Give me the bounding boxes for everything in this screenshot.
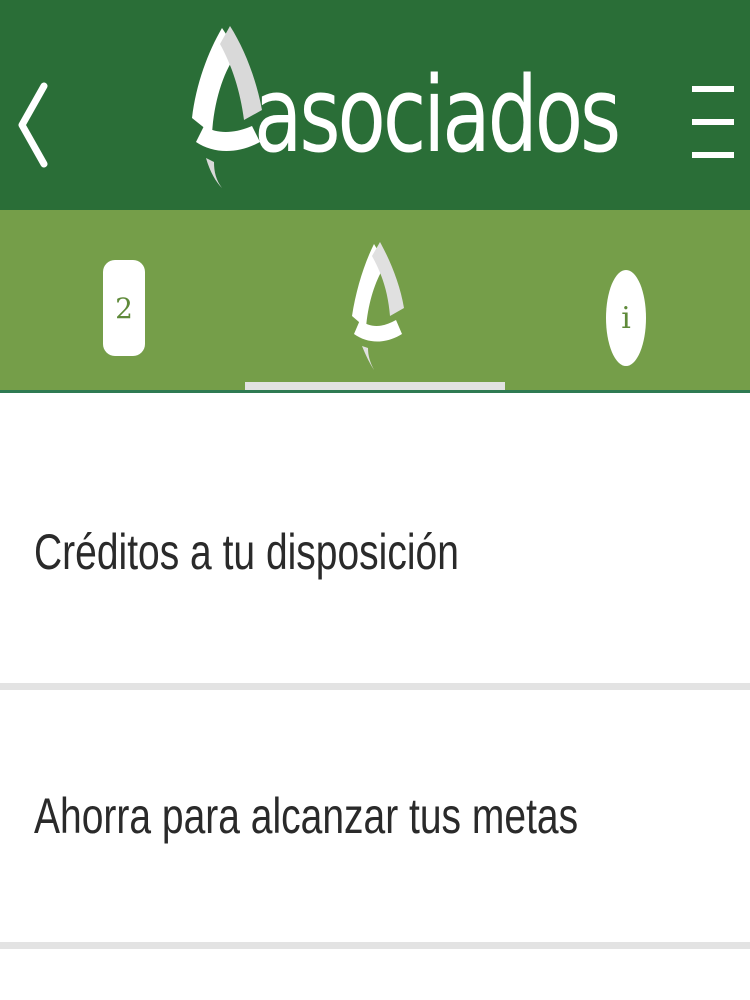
brand-logo-text: asociados [254,54,621,176]
list-divider [0,683,750,690]
tab-home[interactable] [245,210,505,392]
tab-info[interactable]: i [505,210,750,392]
app-screen: asociados 2 i Créditos a tu disposición … [0,0,750,1000]
list-item-label: Ahorra para alcanzar tus metas [34,788,579,844]
tab-notifications[interactable]: 2 [0,210,245,392]
brand-logo: asociados [186,22,621,192]
tab-bar: 2 i [0,210,750,392]
brand-logo-icon [352,242,404,370]
chevron-left-icon [18,82,48,168]
list-item-ahorro[interactable]: Ahorra para alcanzar tus metas [0,690,750,942]
list-item-creditos[interactable]: Créditos a tu disposición [0,393,750,683]
app-header: asociados [0,0,750,210]
menu-button[interactable] [688,82,738,162]
back-button[interactable] [8,70,58,180]
badge-icon: 2 [103,260,145,356]
info-icon: i [606,270,646,366]
list-item-label: Créditos a tu disposición [34,524,459,580]
list-divider [0,942,750,949]
hamburger-menu-icon [692,86,734,158]
